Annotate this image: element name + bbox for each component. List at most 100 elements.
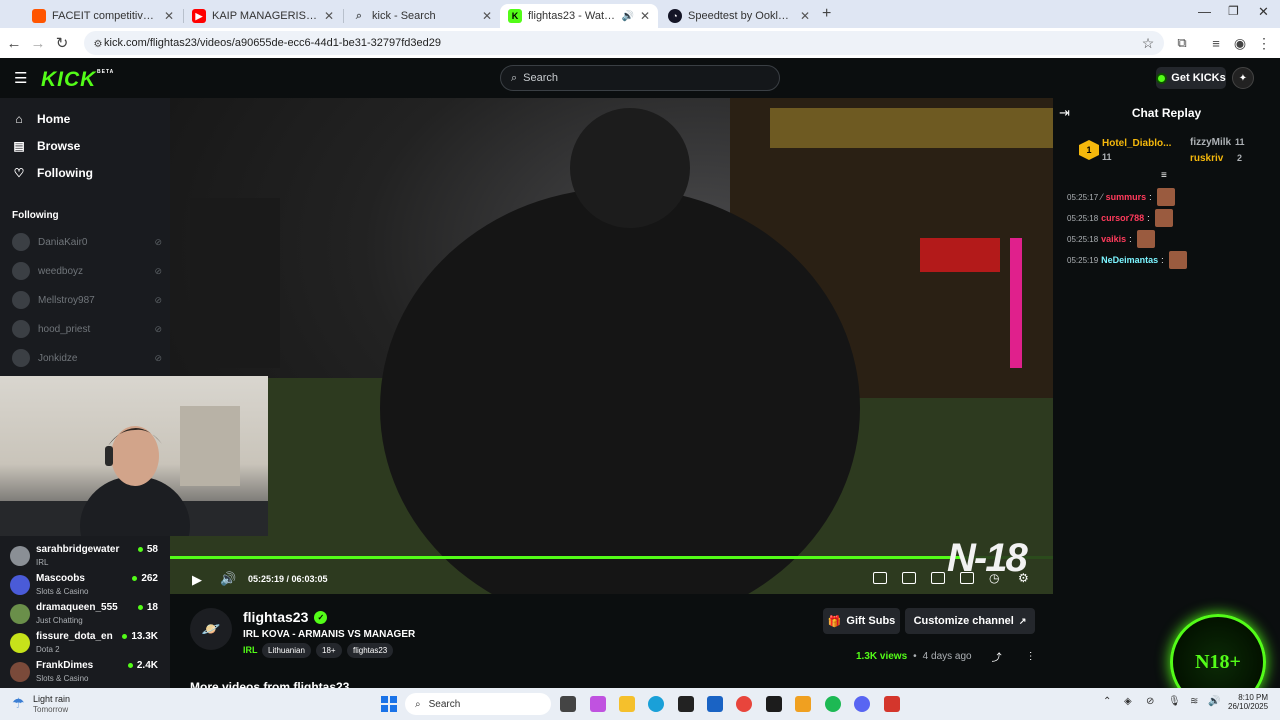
close-tab-icon[interactable]: ✕ bbox=[164, 9, 174, 23]
outlook-icon[interactable] bbox=[707, 696, 723, 712]
chat-message: 05:25:19 NeDeimantas: bbox=[1067, 251, 1187, 269]
browser-menu-icon[interactable]: ⋮ bbox=[1254, 33, 1274, 53]
profile-icon[interactable]: ◉ bbox=[1230, 33, 1250, 53]
browser-tab-youtube[interactable]: ▶ KAIP MANAGERIS EJO 1 V 1 - Y ✕ bbox=[184, 4, 342, 28]
gifter-name[interactable]: fizzyMilk bbox=[1190, 137, 1231, 148]
tray-network-icon[interactable]: ⊘ bbox=[1146, 696, 1154, 707]
reload-icon[interactable]: ↻ bbox=[52, 33, 72, 53]
close-tab-icon[interactable]: ✕ bbox=[324, 9, 334, 23]
live-channel[interactable]: Mascoobs Slots & Casino 262 bbox=[10, 573, 162, 601]
microphone-icon[interactable]: 🎙 bbox=[1168, 696, 1181, 707]
bookmark-star-icon[interactable]: ☆ bbox=[1138, 33, 1158, 53]
following-channel[interactable]: DaniaKair0 ⊘ bbox=[12, 232, 162, 252]
avatar bbox=[10, 546, 30, 566]
following-channel[interactable]: weedboyz ⊘ bbox=[12, 261, 162, 281]
forward-icon[interactable]: → bbox=[28, 33, 48, 53]
volume-icon[interactable]: 🔊 bbox=[220, 571, 236, 587]
fullscreen-icon[interactable] bbox=[960, 572, 974, 584]
top-gifter-name[interactable]: Hotel_Diablo... bbox=[1102, 138, 1171, 149]
kick-logo[interactable]: KICK BETA bbox=[41, 68, 113, 92]
wifi-icon[interactable]: ≋ bbox=[1190, 696, 1198, 707]
play-button[interactable]: ▶ bbox=[192, 572, 202, 588]
close-tab-icon[interactable]: ✕ bbox=[800, 9, 810, 23]
close-tab-icon[interactable]: ✕ bbox=[482, 9, 492, 23]
kick-app-icon[interactable] bbox=[766, 696, 782, 712]
pinned-filter-icon[interactable]: ≡ bbox=[1161, 170, 1167, 181]
search-input[interactable]: ⌕ Search bbox=[500, 65, 780, 91]
restore-icon[interactable]: ❐ bbox=[1228, 4, 1239, 18]
channel-avatar[interactable]: 🪐 bbox=[190, 608, 232, 650]
video-title: IRL KOVA - ARMANIS VS MANAGER bbox=[243, 629, 416, 640]
url-field[interactable]: kick.com/flightas23/videos/a90655de-ecc6… bbox=[84, 31, 1164, 55]
emote bbox=[1136, 230, 1155, 248]
minimize-icon[interactable]: — bbox=[1198, 4, 1211, 19]
store-icon[interactable] bbox=[678, 696, 694, 712]
windows-start-icon[interactable] bbox=[381, 696, 397, 712]
live-channel[interactable]: FrankDimes Slots & Casino 2.4K bbox=[10, 660, 162, 688]
clock[interactable]: 8:10 PM 26/10/2025 bbox=[1228, 693, 1268, 711]
gift-count: 11 bbox=[1102, 152, 1112, 162]
live-channel[interactable]: dramaqueen_555 Just Chatting 18 bbox=[10, 602, 162, 630]
tag-pill[interactable]: flightas23 bbox=[347, 643, 394, 658]
tray-app-icon[interactable]: ◈ bbox=[1124, 696, 1132, 707]
site-info-icon[interactable]: ⚙ bbox=[88, 34, 108, 54]
share-icon[interactable]: ⤴ bbox=[992, 649, 1002, 664]
copilot-icon[interactable] bbox=[590, 696, 606, 712]
discord-icon[interactable] bbox=[854, 696, 870, 712]
following-channel[interactable]: Mellstroy987 ⊘ bbox=[12, 290, 162, 310]
media-control-icon[interactable]: ≡ bbox=[1206, 33, 1226, 53]
file-explorer-icon[interactable] bbox=[619, 696, 635, 712]
following-channel[interactable]: hood_priest ⊘ bbox=[12, 319, 162, 339]
user-avatar[interactable]: ✦ bbox=[1232, 67, 1254, 89]
live-channel[interactable]: fissure_dota_en Dota 2 13.3K bbox=[10, 631, 162, 659]
browser-tab-speedtest[interactable]: ◔ Speedtest by Ookla - The Glob ✕ bbox=[660, 4, 818, 28]
gifter-name[interactable]: ruskriv bbox=[1190, 153, 1223, 164]
close-tab-icon[interactable]: ✕ bbox=[640, 9, 650, 23]
extensions-icon[interactable]: ⧉ bbox=[1172, 33, 1192, 53]
sidebar-item-following[interactable]: ♡ Following bbox=[12, 166, 93, 180]
video-player[interactable]: N-18 ▶ 🔊 05:25:19 / 06:03:05 ◷ ⚙ bbox=[170, 98, 1053, 594]
faceit-app-icon[interactable] bbox=[884, 696, 900, 712]
clip-icon[interactable] bbox=[902, 572, 916, 584]
speed-icon[interactable]: ◷ bbox=[989, 571, 999, 585]
taskbar-search[interactable]: ⌕ Search bbox=[405, 693, 551, 715]
windows-taskbar: ☂ Light rain Tomorrow ⌕ Search ⌃ ◈ ⊘ 🎙 ≋… bbox=[0, 688, 1280, 720]
gift-count: 11 bbox=[1235, 137, 1245, 147]
customize-channel-button[interactable]: Customize channel ↗ bbox=[905, 608, 1035, 634]
browser-tab-kick[interactable]: K flightas23 - Watch the VOD 🔊 ✕ bbox=[500, 4, 658, 28]
back-icon[interactable]: ← bbox=[4, 33, 24, 53]
speaker-icon[interactable]: 🔊 bbox=[621, 11, 633, 22]
new-tab-button[interactable]: + bbox=[822, 5, 831, 23]
chrome-icon[interactable] bbox=[736, 696, 752, 712]
settings-gear-icon[interactable]: ⚙ bbox=[1018, 571, 1029, 585]
chat-message: 05:25:18 vaikis: bbox=[1067, 230, 1155, 248]
live-dot-icon bbox=[132, 576, 138, 581]
close-window-icon[interactable]: ✕ bbox=[1258, 4, 1269, 20]
tray-chevron-icon[interactable]: ⌃ bbox=[1103, 696, 1111, 707]
speaker-icon[interactable]: 🔊 bbox=[1208, 696, 1220, 707]
theater-mode-icon[interactable] bbox=[931, 572, 945, 584]
category-link[interactable]: IRL bbox=[243, 645, 258, 655]
mini-player-icon[interactable] bbox=[873, 572, 887, 584]
speedtest-icon: ◔ bbox=[668, 9, 682, 23]
tag-pill[interactable]: 18+ bbox=[316, 643, 342, 658]
spotify-icon[interactable] bbox=[825, 696, 841, 712]
offline-icon: ⊘ bbox=[154, 294, 162, 305]
browser-tab-faceit[interactable]: FACEIT competitive match - FAC ✕ bbox=[24, 4, 182, 28]
sidebar-item-browse[interactable]: ▤ Browse bbox=[12, 139, 80, 153]
channel-name[interactable]: flightas23 bbox=[243, 609, 308, 625]
channel-watermark: N-18 bbox=[947, 536, 1028, 580]
following-channel[interactable]: Jonkidze ⊘ bbox=[12, 348, 162, 368]
sidebar-item-home[interactable]: ⌂ Home bbox=[12, 112, 70, 126]
hamburger-menu-icon[interactable]: ☰ bbox=[14, 69, 27, 87]
weather-title[interactable]: Light rain bbox=[33, 694, 70, 704]
gift-subs-button[interactable]: 🎁 Gift Subs bbox=[823, 608, 900, 634]
live-channel[interactable]: sarahbridgewater IRL 58 bbox=[10, 544, 162, 572]
tag-pill[interactable]: Lithuanian bbox=[262, 643, 311, 658]
app-icon[interactable] bbox=[795, 696, 811, 712]
more-options-icon[interactable]: ⋮ bbox=[1026, 651, 1036, 662]
get-kicks-button[interactable]: Get KICKs bbox=[1156, 67, 1226, 89]
browser-tab-search[interactable]: ⌕ kick - Search ✕ bbox=[344, 4, 500, 28]
edge-icon[interactable] bbox=[648, 696, 664, 712]
task-view-icon[interactable] bbox=[560, 696, 576, 712]
